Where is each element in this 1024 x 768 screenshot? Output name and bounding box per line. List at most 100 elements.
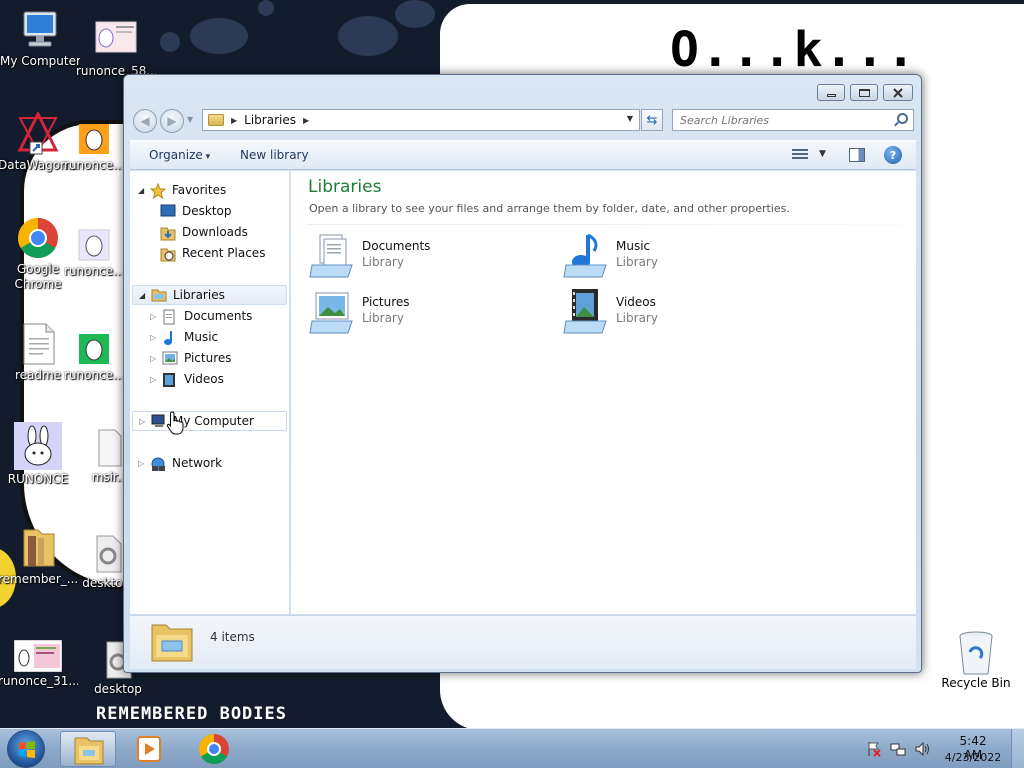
- view-options-dropdown[interactable]: ▼: [819, 149, 826, 159]
- nav-item-videos[interactable]: ▷ Videos: [150, 369, 224, 389]
- change-view-icon[interactable]: [792, 149, 808, 162]
- desktop-icon-label: RUNONCE: [7, 472, 69, 486]
- library-name: Videos: [616, 295, 656, 309]
- expand-arrow-icon[interactable]: ▷: [150, 354, 160, 363]
- action-center-flag-icon[interactable]: [866, 741, 882, 757]
- desktop-icon-runonce-31[interactable]: runonce_31...: [0, 639, 78, 689]
- show-desktop-button[interactable]: [1011, 729, 1024, 768]
- folder-icon: [16, 526, 60, 570]
- search-icon[interactable]: [897, 113, 908, 124]
- windows-logo-icon: [19, 741, 35, 758]
- back-button[interactable]: ◀: [133, 109, 157, 133]
- breadcrumb-separator-icon[interactable]: ▶: [303, 116, 309, 125]
- library-type: Library: [616, 311, 658, 325]
- desktop-icon-runonce-58[interactable]: runonce_58...: [76, 18, 156, 79]
- nav-label: Favorites: [172, 183, 227, 197]
- library-name: Music: [616, 239, 651, 253]
- organize-button[interactable]: Organize: [149, 148, 210, 162]
- nav-label: Music: [184, 330, 219, 344]
- explorer-window: ◀ ▶ ▼ ▶ Libraries ▶ ▼ ⇆ Organize New lib…: [123, 74, 922, 673]
- image-file-icon: [94, 18, 138, 62]
- expand-arrow-icon[interactable]: ▷: [150, 333, 160, 342]
- desktop-icon-runonce-4[interactable]: runonce...: [64, 332, 124, 383]
- maximize-button[interactable]: [850, 84, 878, 101]
- search-input[interactable]: [680, 113, 890, 127]
- nav-item-pictures[interactable]: ▷ Pictures: [150, 348, 232, 368]
- desktop-icon-remember[interactable]: remember_...: [0, 526, 78, 587]
- refresh-button[interactable]: ⇆: [641, 109, 663, 131]
- libraries-folder-icon: [150, 621, 194, 663]
- image-file-icon: [77, 332, 111, 366]
- search-box[interactable]: [672, 109, 914, 131]
- maximize-icon: [858, 88, 870, 97]
- libraries-folder-icon: [208, 114, 224, 126]
- page-description: Open a library to see your files and arr…: [309, 202, 790, 215]
- desktop-icon-runonce-3[interactable]: runonce...: [64, 228, 124, 279]
- pictures-library-icon: [308, 289, 356, 335]
- nav-my-computer[interactable]: ▷ My Computer: [132, 411, 287, 431]
- desktop-icon-runonce-big[interactable]: RUNONCE: [0, 422, 78, 487]
- close-button[interactable]: [883, 84, 913, 101]
- content-pane: Libraries Open a library to see your fil…: [291, 171, 916, 614]
- nav-item-downloads[interactable]: Downloads: [160, 222, 248, 242]
- breadcrumb-separator-icon[interactable]: ▶: [231, 116, 237, 125]
- desktop-icon-runonce-2[interactable]: runonce...: [64, 122, 124, 173]
- taskbar-windows-explorer[interactable]: [60, 731, 116, 767]
- desktop-icon-label: runonce...: [64, 368, 124, 382]
- address-bar[interactable]: ▶ Libraries ▶ ▼: [202, 109, 640, 131]
- nav-item-recent-places[interactable]: Recent Places: [160, 243, 265, 263]
- collapse-arrow-icon[interactable]: ◢: [139, 291, 149, 300]
- back-arrow-icon: ◀: [140, 114, 150, 128]
- help-icon[interactable]: ?: [884, 146, 902, 164]
- image-file-icon: [77, 122, 111, 156]
- library-tile-pictures[interactable]: Pictures Library: [308, 287, 548, 337]
- desktop-icon-recycle-bin[interactable]: Recycle Bin: [936, 630, 1016, 691]
- nav-item-desktop[interactable]: Desktop: [160, 201, 232, 221]
- nav-libraries[interactable]: ◢ Libraries: [132, 285, 287, 305]
- nav-label: Pictures: [184, 351, 232, 365]
- nav-network[interactable]: ▷ Network: [138, 453, 222, 473]
- windows-explorer-icon: [74, 737, 104, 765]
- desktop-icon-label: Google Chrome: [14, 262, 62, 291]
- desktop-icon-my-computer[interactable]: My Computer: [0, 8, 80, 69]
- downloads-icon: [160, 225, 176, 241]
- taskbar-media-player[interactable]: [122, 731, 178, 767]
- wallpaper-bottom-text: REMEMBERED BODIES: [96, 704, 287, 724]
- nav-label: Documents: [184, 309, 253, 323]
- start-button[interactable]: [7, 730, 45, 768]
- recent-pages-dropdown[interactable]: ▼: [187, 115, 193, 124]
- collapse-arrow-icon[interactable]: ◢: [138, 186, 148, 195]
- item-count: 4 items: [210, 630, 255, 644]
- expand-arrow-icon[interactable]: ▷: [150, 375, 160, 384]
- library-tile-music[interactable]: Music Library: [562, 231, 802, 281]
- nav-item-music[interactable]: ▷ Music: [150, 327, 218, 347]
- library-tile-documents[interactable]: Documents Library: [308, 231, 548, 281]
- music-library-icon: [562, 233, 610, 279]
- star-icon: [149, 182, 167, 200]
- breadcrumb-libraries[interactable]: Libraries: [244, 113, 296, 127]
- clock-date[interactable]: 4/23/2022: [940, 751, 1006, 764]
- library-type: Library: [616, 255, 658, 269]
- media-player-icon: [137, 736, 161, 762]
- new-library-button[interactable]: New library: [240, 148, 309, 162]
- expand-arrow-icon[interactable]: ▷: [139, 417, 149, 426]
- bunny-image-icon: [14, 422, 62, 470]
- expand-arrow-icon[interactable]: ▷: [150, 312, 160, 321]
- nav-item-documents[interactable]: ▷ Documents: [150, 306, 252, 326]
- volume-icon[interactable]: [914, 741, 930, 757]
- nav-label: Network: [172, 456, 223, 470]
- taskbar-chrome[interactable]: [186, 731, 242, 767]
- preview-pane-icon[interactable]: [849, 148, 865, 162]
- network-status-icon[interactable]: [890, 741, 906, 756]
- close-icon: [893, 87, 903, 98]
- forward-button[interactable]: ▶: [160, 109, 184, 133]
- nav-favorites[interactable]: ◢ Favorites: [138, 180, 226, 200]
- minimize-button[interactable]: [817, 84, 845, 101]
- desktop-icon-label: My Computer: [0, 54, 80, 68]
- documents-library-icon: [308, 233, 356, 279]
- refresh-icon: ⇆: [646, 112, 658, 128]
- address-history-dropdown[interactable]: ▼: [627, 114, 633, 123]
- expand-arrow-icon[interactable]: ▷: [138, 459, 148, 468]
- desktop-icon-label: Recycle Bin: [941, 676, 1011, 690]
- library-tile-videos[interactable]: Videos Library: [562, 287, 802, 337]
